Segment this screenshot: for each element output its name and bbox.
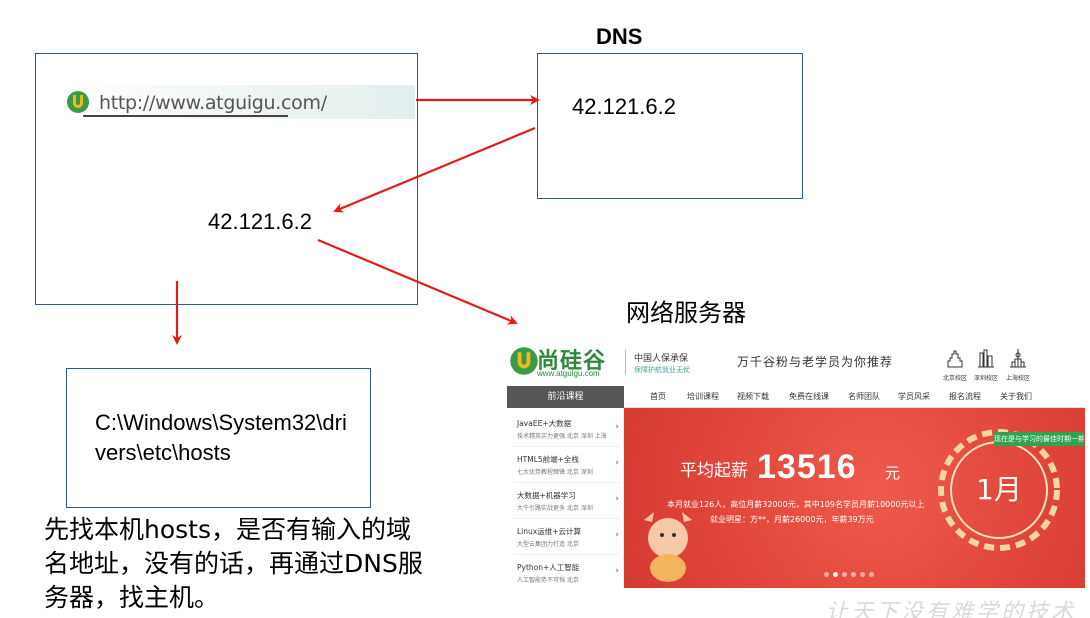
nav-about[interactable]: 关于我们 — [1000, 391, 1032, 402]
course-subtitle: 大牛引路实战更多 北京 深圳 — [517, 505, 593, 512]
carousel-dot[interactable] — [842, 572, 847, 577]
sidebar-title: 前沿课程 — [507, 386, 624, 408]
carousel-dot[interactable] — [869, 572, 874, 577]
address-url[interactable]: http://www.atguigu.com/ — [99, 92, 327, 114]
site-slogan: 万千谷粉与老学员为你推荐 — [737, 355, 894, 369]
carousel-dot[interactable] — [851, 572, 856, 577]
chevron-right-icon: › — [615, 422, 619, 432]
banner-employment-stats: 本月就业126人，高位月薪32000元，其中109名学员月薪10000元以上 — [667, 500, 925, 509]
course-title: JavaEE+大数据 — [517, 419, 572, 428]
course-subtitle: 七大优势教程肆锋 北京 深圳 — [517, 469, 593, 476]
course-item[interactable]: HTML5前端+全栈 七大优势教程肆锋 北京 深圳 › — [517, 454, 621, 476]
carousel-dots — [824, 572, 874, 577]
campus-shanghai[interactable]: 上海校区 — [1005, 348, 1031, 382]
course-item[interactable]: 大数据+机器学习 大牛引路实战更多 北京 深圳 › — [517, 490, 621, 512]
lookup-explanation: 先找本机hosts，是否有输入的域名地址，没有的话，再通过DNS服务器，找主机。 — [44, 515, 423, 612]
nav-enrollment[interactable]: 报名流程 — [949, 391, 981, 402]
site-nav: 首页 培训课程 视频下载 免费在线课 名师团队 学员风采 报名流程 关于我们 — [624, 386, 1085, 408]
carousel-dot[interactable] — [860, 572, 865, 577]
insurance-label: 中国人保承保 — [634, 354, 689, 364]
carousel-dot[interactable] — [833, 572, 838, 577]
salary-banner[interactable]: 现在是与学习的最佳时期一期 平均起薪 13516 元 本月就业126人，高位月薪… — [624, 408, 1085, 588]
address-bar[interactable]: http://www.atguigu.com/ — [63, 85, 415, 119]
divider — [513, 446, 619, 447]
campus-label: 上海校区 — [1005, 375, 1030, 382]
site-header: 尚硅谷 www.atguigu.com 中国人保承保 保障护航就业无忧 万千谷粉… — [507, 338, 1085, 384]
course-subtitle: 大型云集团力打造 北京 — [517, 541, 579, 548]
nav-video-download[interactable]: 视频下载 — [737, 391, 769, 402]
dns-ip-address: 42.121.6.2 — [572, 94, 676, 119]
chevron-right-icon: › — [615, 530, 619, 540]
building-icon — [1010, 349, 1026, 368]
banner-star-student: 就业明星：方**，月薪26000元，年薪39万元 — [710, 515, 874, 524]
nav-courses[interactable]: 培训课程 — [687, 391, 719, 402]
address-underline — [83, 115, 288, 117]
course-title: HTML5前端+全栈 — [517, 455, 579, 464]
divider — [513, 482, 619, 483]
watermark: 让天下没有难学的技术 — [826, 600, 1077, 618]
building-icon — [947, 350, 963, 368]
nav-free-courses[interactable]: 免费在线课 — [789, 391, 829, 402]
course-subtitle: 人工智能势不可挡 北京 — [517, 577, 579, 584]
campus-label: 深圳校区 — [973, 375, 998, 382]
insurance-sub-label: 保障护航就业无忧 — [634, 366, 690, 374]
banner-avg-label: 平均起薪 — [680, 461, 748, 481]
chevron-right-icon: › — [615, 458, 619, 468]
chevron-right-icon: › — [615, 566, 619, 576]
course-item[interactable]: Python+人工智能 人工智能势不可挡 北京 › — [517, 562, 621, 584]
banner-unit: 元 — [885, 464, 901, 482]
site-domain: www.atguigu.com — [537, 369, 600, 378]
header-divider — [625, 350, 626, 374]
chevron-right-icon: › — [615, 494, 619, 504]
campus-shenzhen[interactable]: 深圳校区 — [973, 348, 999, 382]
nav-students[interactable]: 学员风采 — [898, 391, 930, 402]
banner-salary: 13516 — [757, 448, 857, 486]
course-item[interactable]: Linux运维+云计算 大型云集团力打造 北京 › — [517, 526, 621, 548]
course-title: Python+人工智能 — [517, 563, 580, 572]
banner-month: 1月 — [976, 473, 1022, 506]
atguigu-logo-icon — [67, 91, 89, 113]
site-logo-icon — [510, 347, 538, 375]
nav-home[interactable]: 首页 — [650, 391, 666, 402]
hosts-file-path: C:\Windows\System32\drivers\etc\hosts — [95, 410, 347, 465]
resolved-ip-address: 42.121.6.2 — [208, 209, 312, 234]
divider — [513, 518, 619, 519]
web-server-label: 网络服务器 — [626, 299, 746, 327]
course-sidebar: JavaEE+大数据 技术精英实力更强 北京 深圳 上海 › HTML5前端+全… — [507, 408, 624, 588]
course-subtitle: 技术精英实力更强 北京 深圳 上海 — [517, 433, 607, 440]
dns-server-box — [537, 53, 803, 199]
banner-badge[interactable]: 现在是与学习的最佳时期一期 — [994, 432, 1084, 446]
course-title: Linux运维+云计算 — [517, 527, 581, 536]
carousel-dot[interactable] — [824, 572, 829, 577]
course-title: 大数据+机器学习 — [517, 491, 576, 500]
divider — [513, 554, 619, 555]
campus-label: 北京校区 — [942, 375, 967, 382]
nav-teachers[interactable]: 名师团队 — [848, 391, 880, 402]
website-screenshot: 尚硅谷 www.atguigu.com 中国人保承保 保障护航就业无忧 万千谷粉… — [507, 338, 1085, 588]
course-item[interactable]: JavaEE+大数据 技术精英实力更强 北京 深圳 上海 › — [517, 418, 621, 440]
campus-beijing[interactable]: 北京校区 — [942, 348, 968, 382]
building-icon — [978, 349, 994, 368]
dns-title: DNS — [596, 24, 643, 49]
